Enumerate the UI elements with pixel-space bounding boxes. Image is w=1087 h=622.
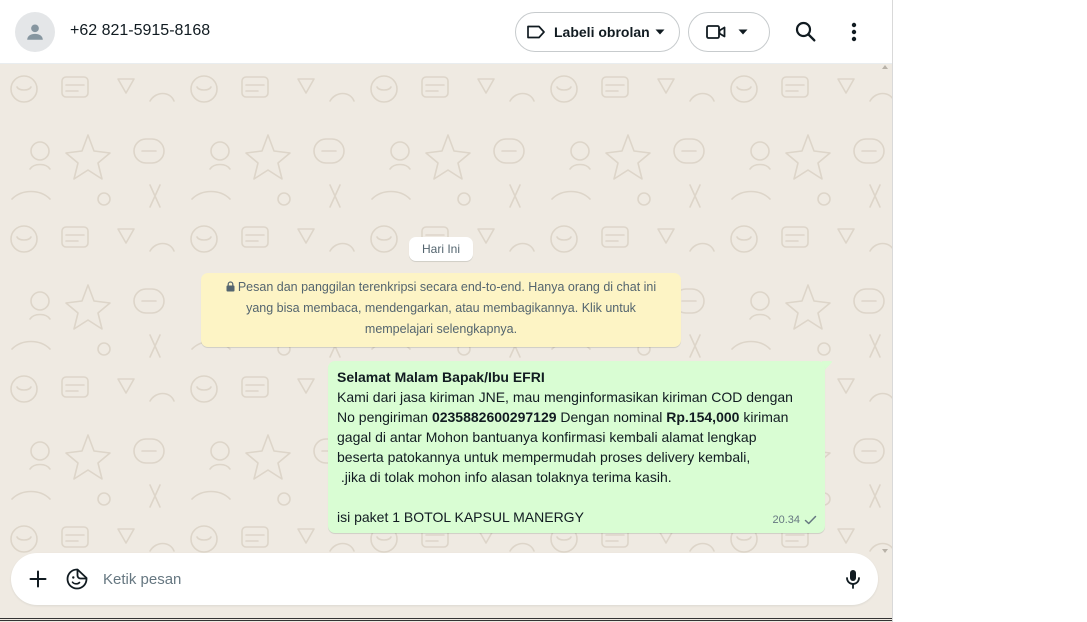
more-vertical-icon [851, 22, 857, 42]
outgoing-message[interactable]: Selamat Malam Bapak/Ibu EFRI Kami dari j… [328, 361, 825, 533]
plus-icon [29, 570, 47, 588]
search-button[interactable] [792, 18, 820, 46]
cod-amount: Rp.154,000 [666, 409, 740, 425]
window-bottom-border [0, 618, 892, 621]
date-separator: Hari Ini [409, 237, 473, 261]
message-meta: 20.34 [772, 510, 817, 530]
tracking-number: 0235882600297129 [431, 409, 557, 425]
chat-header: +62 821-5915-8168 Labeli obrolan [0, 0, 892, 64]
sticker-button[interactable] [65, 567, 89, 591]
video-camera-icon [706, 25, 726, 39]
lock-icon [226, 281, 235, 292]
message-line: beserta patokannya untuk mempermudah pro… [337, 449, 751, 465]
message-line: No pengiriman 0235882600297129 Dengan no… [337, 409, 789, 425]
more-options-button[interactable] [843, 18, 865, 46]
video-call-button[interactable] [688, 12, 770, 52]
sticker-icon [66, 568, 88, 590]
chevron-down-icon [738, 29, 748, 35]
encryption-notice[interactable]: Pesan dan panggilan terenkripsi secara e… [201, 273, 681, 347]
composer [11, 553, 878, 605]
message-input[interactable] [103, 563, 823, 595]
message-line: Kami dari jasa kiriman JNE, mau menginfo… [337, 389, 793, 405]
message-time: 20.34 [772, 514, 800, 526]
label-chat-label: Labeli obrolan [554, 24, 650, 40]
message-line: gagal di antar Mohon bantuanya konfirmas… [337, 429, 757, 445]
single-check-icon [804, 515, 817, 525]
scrollbar[interactable] [881, 65, 889, 553]
contact-name[interactable]: +62 821-5915-8168 [70, 22, 210, 40]
person-icon [27, 24, 43, 40]
contact-avatar[interactable] [15, 12, 55, 52]
chevron-down-icon [655, 29, 665, 35]
voice-message-button[interactable] [841, 567, 865, 591]
empty-area [893, 0, 1087, 622]
message-line: isi paket 1 BOTOL KAPSUL MANERGY [337, 509, 584, 525]
label-tag-icon [527, 25, 545, 39]
encryption-notice-text: Pesan dan panggilan terenkripsi secara e… [237, 280, 657, 336]
message-greeting: Selamat Malam Bapak/Ibu EFRI [337, 369, 545, 385]
message-line: .jika di tolak mohon info alasan tolakny… [337, 469, 672, 485]
chat-window: +62 821-5915-8168 Labeli obrolan Hari In… [0, 0, 893, 622]
message-list[interactable]: Hari Ini Pesan dan panggilan terenkripsi… [0, 65, 892, 553]
search-icon [795, 21, 816, 42]
label-chat-button[interactable]: Labeli obrolan [515, 12, 680, 52]
microphone-icon [846, 570, 860, 589]
attach-button[interactable] [26, 567, 50, 591]
